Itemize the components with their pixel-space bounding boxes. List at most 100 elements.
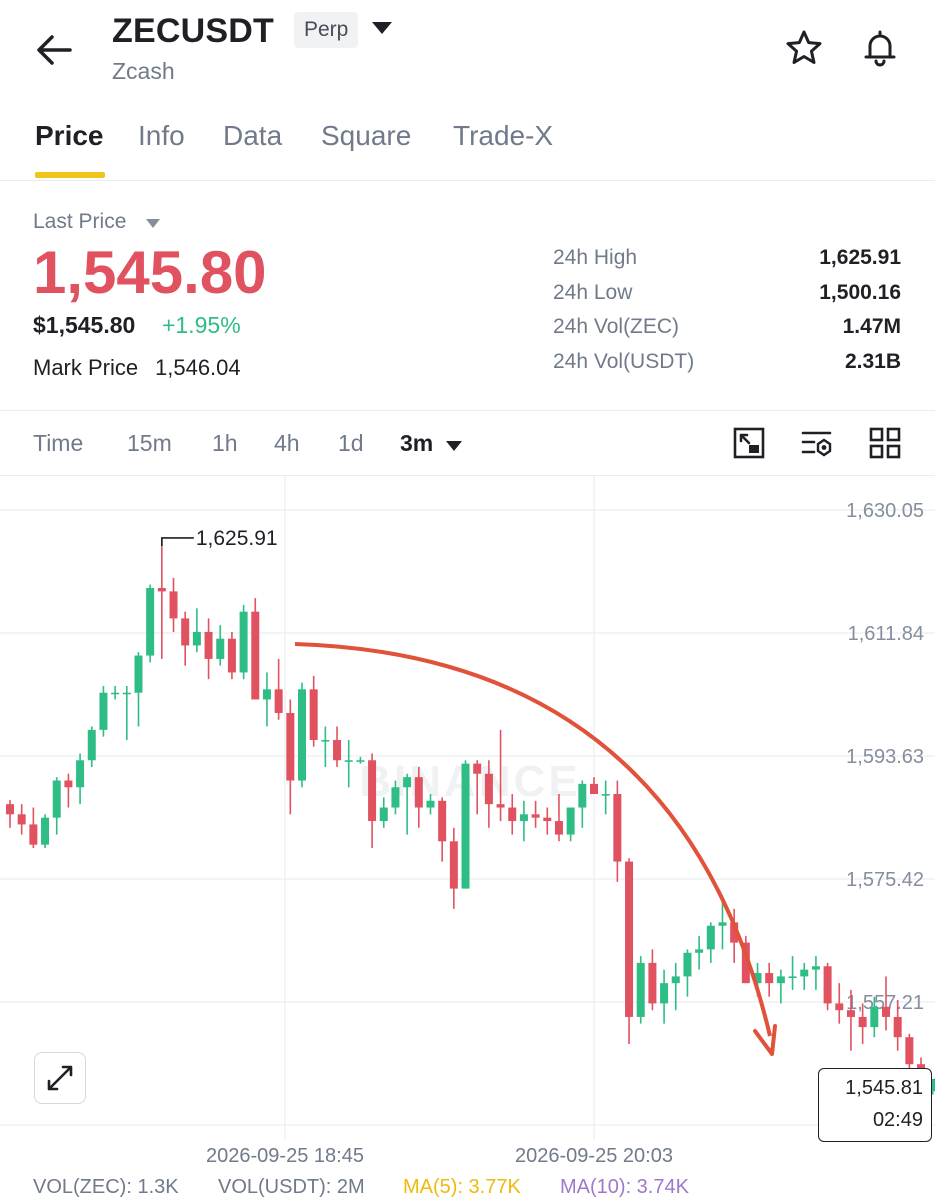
favorite-button[interactable] bbox=[784, 28, 824, 68]
candle-body bbox=[122, 692, 131, 695]
candle-body bbox=[695, 949, 704, 953]
candle-body bbox=[449, 841, 458, 889]
candle-body bbox=[321, 739, 330, 742]
interval-15m[interactable]: 15m bbox=[127, 430, 172, 457]
candle-body bbox=[800, 969, 809, 977]
indicator-settings-button[interactable] bbox=[800, 426, 834, 460]
candle-body bbox=[543, 817, 552, 822]
tab-info[interactable]: Info bbox=[138, 120, 185, 152]
interval-1h[interactable]: 1h bbox=[212, 430, 238, 457]
candle-body bbox=[811, 966, 820, 970]
candle-body bbox=[227, 638, 236, 673]
stat-value-24h-vol-zec: 1.47M bbox=[842, 315, 901, 338]
candle-body bbox=[554, 821, 563, 835]
fullscreen-button[interactable] bbox=[34, 1052, 86, 1104]
candle-body bbox=[344, 760, 353, 762]
markers: 1,625.911,543.14 bbox=[161, 527, 935, 1121]
candle-body bbox=[636, 962, 645, 1017]
candle-body bbox=[438, 800, 447, 842]
stat-label-24h-vol-zec: 24h Vol(ZEC) bbox=[553, 315, 680, 338]
section-tabs: Price Info Data Square Trade-X bbox=[0, 110, 935, 181]
candle-body bbox=[823, 966, 832, 1004]
candle-body bbox=[519, 814, 528, 822]
stat-label-24h-low: 24h Low bbox=[553, 281, 633, 304]
candle-body bbox=[391, 787, 400, 808]
candle-body bbox=[566, 807, 575, 835]
caret-down-icon[interactable] bbox=[372, 22, 392, 34]
tab-price[interactable]: Price bbox=[35, 120, 104, 152]
contract-type-badge: Perp bbox=[294, 12, 359, 48]
candle-body bbox=[52, 780, 61, 818]
candle-body bbox=[578, 783, 587, 808]
candle-body bbox=[379, 807, 388, 822]
y-tick-label: 1,575.42 bbox=[846, 869, 924, 891]
interval-time[interactable]: Time bbox=[33, 430, 83, 457]
tab-trade-x[interactable]: Trade-X bbox=[453, 120, 553, 152]
candle-body bbox=[41, 817, 50, 845]
candle-body bbox=[473, 763, 482, 774]
alert-button[interactable] bbox=[860, 28, 900, 68]
candlestick-chart[interactable]: BINANCE 1,630.051,611.841,593.631,575.42… bbox=[0, 476, 935, 1170]
candle-body bbox=[531, 814, 540, 818]
interval-selector: Time 15m 1h 4h 1d 3m bbox=[0, 420, 935, 470]
ma10: MA(10): 3.74K bbox=[560, 1176, 689, 1198]
candle-body bbox=[333, 739, 342, 761]
bell-icon bbox=[864, 30, 896, 67]
candle-body bbox=[788, 976, 797, 979]
grid-layout-icon bbox=[869, 427, 901, 459]
vol-usdt: VOL(USDT): 2M bbox=[218, 1176, 365, 1198]
stat-value-24h-vol-usdt: 2.31B bbox=[844, 350, 901, 373]
last-price-label[interactable]: Last Price bbox=[33, 210, 126, 234]
candle-body bbox=[590, 783, 598, 795]
caret-down-icon[interactable] bbox=[146, 219, 160, 228]
y-tick-label: 1,611.84 bbox=[848, 623, 924, 645]
back-button[interactable] bbox=[34, 30, 74, 70]
candle-body bbox=[846, 1010, 855, 1017]
star-icon bbox=[786, 30, 822, 64]
candle-body bbox=[496, 804, 505, 808]
candle-body bbox=[309, 689, 318, 740]
indicator-settings-icon bbox=[801, 431, 832, 457]
y-tick-label: 1,593.63 bbox=[846, 746, 924, 768]
mark-price: 1,546.04 bbox=[155, 355, 241, 380]
tab-square[interactable]: Square bbox=[321, 120, 411, 152]
chart-zoom-icon bbox=[733, 427, 765, 459]
candle-body bbox=[192, 631, 201, 646]
tab-data[interactable]: Data bbox=[223, 120, 282, 152]
candle-body bbox=[146, 588, 155, 656]
candle-body bbox=[87, 729, 96, 761]
interval-4h[interactable]: 4h bbox=[274, 430, 300, 457]
candle-body bbox=[76, 760, 85, 788]
candles bbox=[6, 537, 935, 1098]
interval-1d[interactable]: 1d bbox=[338, 430, 364, 457]
candle-body bbox=[858, 1016, 867, 1028]
candle-body bbox=[286, 712, 295, 781]
candle-body bbox=[403, 777, 412, 788]
layout-button[interactable] bbox=[868, 426, 902, 460]
candle-body bbox=[17, 814, 26, 825]
candle-body bbox=[893, 1016, 902, 1038]
candle-body bbox=[298, 689, 306, 781]
candle-body bbox=[6, 804, 14, 815]
candle-body bbox=[134, 655, 143, 693]
symbol-title[interactable]: ZECUSDT bbox=[112, 12, 274, 51]
candle-body bbox=[204, 631, 213, 659]
candle-body bbox=[625, 861, 634, 1017]
candle-body bbox=[508, 807, 517, 822]
candle-body bbox=[882, 1006, 890, 1017]
candle-body bbox=[356, 760, 365, 762]
divider bbox=[0, 410, 935, 411]
current-price: 1,545.81 bbox=[845, 1077, 923, 1099]
interval-3m[interactable]: 3m bbox=[400, 430, 433, 457]
last-price: 1,545.80 bbox=[33, 239, 267, 306]
trend-arrow-head bbox=[753, 1024, 777, 1056]
candle-body bbox=[613, 794, 622, 862]
candle-body bbox=[905, 1037, 914, 1065]
trend-arrow bbox=[294, 642, 772, 1037]
candle-body bbox=[181, 618, 190, 646]
chart-zoom-button[interactable] bbox=[732, 426, 766, 460]
candle-body bbox=[648, 962, 657, 1004]
caret-down-icon[interactable] bbox=[446, 441, 462, 451]
x-axis-labels: 2026-09-25 18:45 2026-09-25 20:03 bbox=[206, 1145, 673, 1167]
price-change-percent: +1.95% bbox=[162, 312, 241, 338]
